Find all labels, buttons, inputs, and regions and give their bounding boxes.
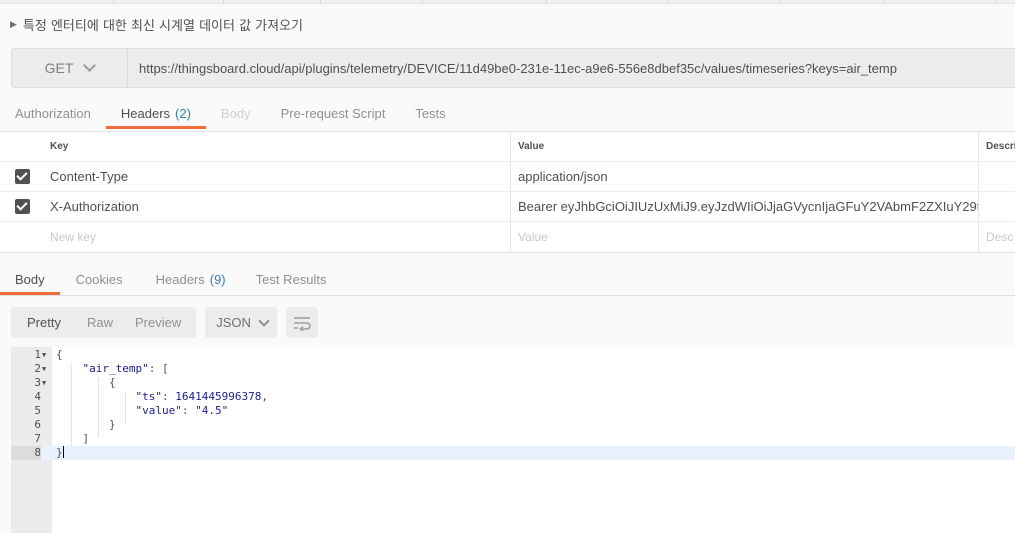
column-description: Descri [986, 141, 1015, 152]
tab-label: Cookies [75, 271, 123, 287]
tab-response-headers[interactable]: Headers (9) [138, 263, 241, 295]
response-headers-count: (9) [209, 271, 226, 287]
row-checkbox[interactable] [14, 169, 30, 184]
wrap-lines-icon [294, 316, 311, 331]
tab-response-body[interactable]: Body [0, 263, 60, 295]
tab-pre-request-script[interactable]: Pre-request Script [266, 97, 401, 129]
tab-label: Body [15, 271, 45, 287]
tab-label: Pre-request Script [280, 105, 386, 121]
tab-authorization[interactable]: Authorization [0, 97, 106, 129]
column-key: Key [44, 132, 511, 161]
headers-count: (2) [175, 105, 191, 121]
tab-label: Body [220, 105, 251, 121]
response-tabs: Body Cookies Headers (9) Test Results [0, 263, 1015, 296]
header-key-cell[interactable]: Content-Type [44, 162, 511, 191]
chevron-down-icon [83, 59, 97, 72]
header-value-cell[interactable]: application/json [511, 162, 979, 191]
new-description-input[interactable]: Desc [979, 222, 1015, 252]
chevron-down-icon [258, 314, 270, 327]
request-tabs: Authorization Headers (2) Body Pre-reque… [0, 97, 1015, 129]
tab-label: Tests [415, 105, 446, 121]
tab-label: Test Results [255, 271, 327, 287]
fold-arrow-icon[interactable]: ▼ [42, 376, 46, 390]
new-header-row: New key Value Desc [0, 222, 1015, 252]
code-line: 6 } [34, 418, 116, 431]
tab-label: Authorization [15, 105, 91, 121]
headers-table: Key Value Descri Content-Type applicatio… [0, 131, 1015, 253]
request-title: 특정 엔터티에 대한 최신 시계열 데이터 값 가져오기 [22, 18, 304, 34]
response-toolbar: Pretty Raw Preview JSON [11, 307, 319, 338]
wrap-lines-button[interactable] [286, 307, 319, 338]
fold-arrow-icon[interactable]: ▼ [42, 348, 46, 362]
header-key-cell[interactable]: X-Authorization [44, 192, 511, 221]
code-line: 5 "value": "4.5" [34, 404, 229, 417]
column-value: Value [511, 132, 979, 161]
new-value-input[interactable]: Value [511, 222, 979, 252]
raw-button[interactable]: Raw [77, 307, 123, 338]
table-row: Content-Type application/json [0, 162, 1015, 192]
code-line: 1 ▼ { [34, 348, 63, 362]
collapse-caret-icon[interactable]: ▶ [10, 19, 17, 30]
code-line-current: 8 } [11, 446, 1015, 460]
url-bar: GET https://thingsboard.cloud/api/plugin… [11, 48, 1015, 88]
tab-label: Headers [120, 105, 171, 121]
method-label: GET [44, 60, 74, 76]
view-mode-group: Pretty Raw Preview [11, 307, 197, 338]
code-line: 4 "ts": 1641445996378, [34, 390, 268, 403]
preview-button[interactable]: Preview [123, 307, 196, 338]
method-select[interactable]: GET [12, 49, 128, 87]
row-checkbox[interactable] [14, 199, 30, 214]
headers-table-header: Key Value Descri [0, 132, 1015, 162]
new-key-input[interactable]: New key [44, 222, 511, 252]
response-body-editor[interactable]: 1 ▼ { 2 ▼ "air_temp": [ 3 ▼ { 4 "ts": 16… [11, 347, 1015, 533]
text-cursor [62, 446, 64, 458]
fold-arrow-icon[interactable]: ▼ [42, 362, 46, 376]
header-description-cell[interactable] [979, 192, 1015, 221]
tab-label: Headers [155, 271, 205, 287]
tab-body[interactable]: Body [206, 97, 266, 129]
header-description-cell[interactable] [979, 162, 1015, 191]
tab-test-results[interactable]: Test Results [241, 263, 342, 295]
url-input[interactable]: https://thingsboard.cloud/api/plugins/te… [128, 49, 1015, 87]
code-line: 3 ▼ { [34, 376, 116, 390]
request-title-row[interactable]: ▶ 특정 엔터티에 대한 최신 시계열 데이터 값 가져오기 [0, 4, 1015, 44]
header-value-cell[interactable]: Bearer eyJhbGciOiJIUzUxMiJ9.eyJzdWIiOiJj… [511, 192, 979, 221]
code-line: 2 ▼ "air_temp": [ [34, 362, 169, 376]
code-line: 7 ] [34, 432, 90, 445]
tab-tests[interactable]: Tests [400, 97, 460, 129]
format-select[interactable]: JSON [205, 307, 278, 338]
tab-headers[interactable]: Headers (2) [105, 97, 206, 129]
tab-cookies[interactable]: Cookies [60, 263, 138, 295]
table-row: X-Authorization Bearer eyJhbGciOiJIUzUxM… [0, 192, 1015, 222]
pretty-button[interactable]: Pretty [11, 307, 77, 338]
format-label: JSON [216, 315, 251, 330]
